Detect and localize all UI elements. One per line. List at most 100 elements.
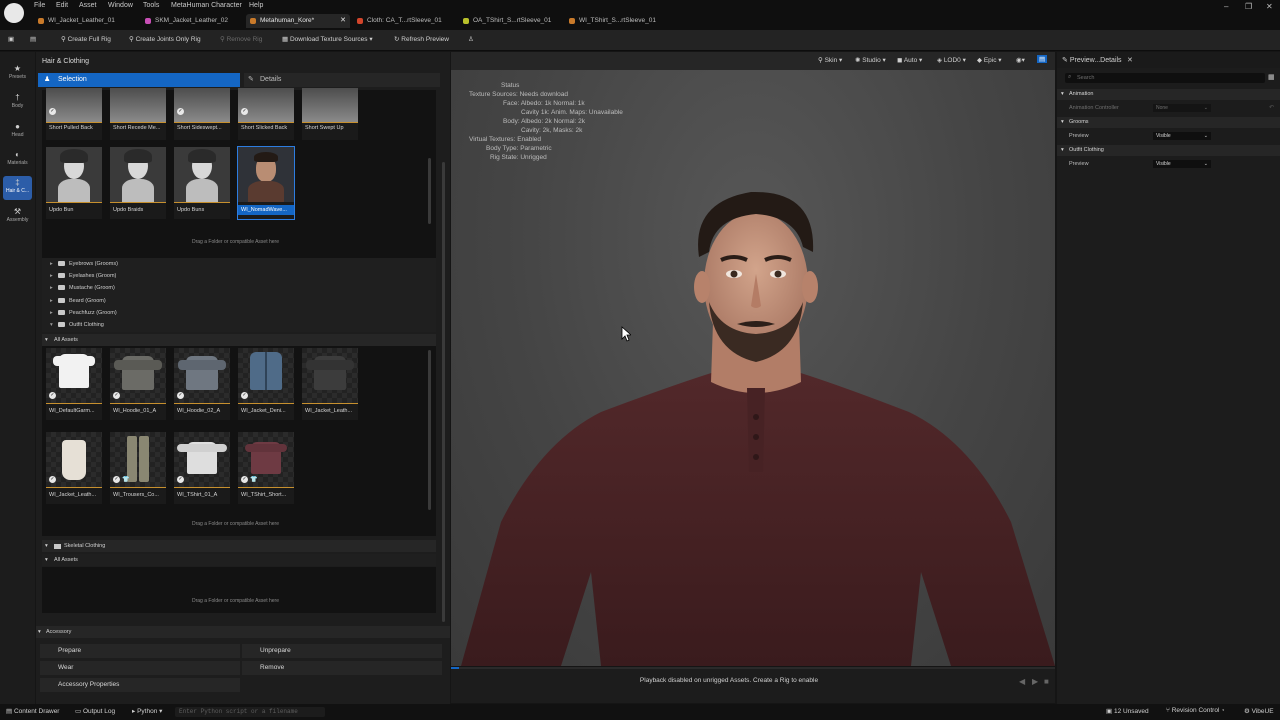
accessory-properties-button[interactable]: Accessory Properties bbox=[40, 678, 240, 692]
tile-updo-braids[interactable]: Updo Braids bbox=[110, 147, 166, 219]
content-drawer-button[interactable]: ▤ Content Drawer bbox=[6, 707, 59, 715]
close-tab-icon[interactable]: ✕ bbox=[1127, 56, 1133, 64]
outfit-all-assets-header[interactable]: ▾ All Assets bbox=[42, 334, 436, 346]
revision-control-dropdown[interactable]: ⑂ Revision Control ▾ bbox=[1166, 707, 1225, 714]
rail-hair-clothing[interactable]: ‡ Hair & C... bbox=[3, 176, 32, 200]
tree-peachfuzz[interactable]: ▸ Peachfuzz (Groom) bbox=[50, 310, 117, 316]
tree-eyebrows[interactable]: ▸ Eyebrows (Grooms) bbox=[50, 261, 118, 267]
tile-wi-tshirt-01[interactable]: ✓ WI_TShirt_01_A bbox=[174, 432, 230, 504]
unreal-logo-icon[interactable] bbox=[4, 3, 24, 23]
tile-short-slicked-back[interactable]: ✓ Short Slicked Back bbox=[238, 88, 294, 140]
output-log-button[interactable]: ▭ Output Log bbox=[75, 707, 115, 715]
play-back-icon[interactable]: ◀ bbox=[1019, 677, 1025, 686]
grooms-preview-dropdown[interactable]: Visible ⌄ bbox=[1153, 132, 1211, 140]
user-icon[interactable]: ♙ bbox=[468, 35, 474, 43]
grooms-section[interactable]: ▾ Grooms bbox=[1057, 117, 1280, 128]
outfit-preview-dropdown[interactable]: Visible ⌄ bbox=[1153, 160, 1211, 168]
outfit-clothing-section[interactable]: ▾ Outfit Clothing bbox=[1057, 145, 1280, 156]
prepare-button[interactable]: Prepare bbox=[40, 644, 240, 658]
browse-icon[interactable]: ▤ bbox=[30, 35, 36, 43]
menu-asset[interactable]: Asset bbox=[79, 2, 97, 9]
scrollbar[interactable] bbox=[428, 350, 431, 510]
unsaved-button[interactable]: ▣ 12 Unsaved bbox=[1106, 707, 1149, 715]
maximize-icon[interactable]: ❐ bbox=[1245, 2, 1252, 11]
python-dropdown[interactable]: ▸ Python ▾ bbox=[132, 707, 162, 715]
menu-file[interactable]: File bbox=[34, 2, 45, 9]
rail-assembly[interactable]: ⚒ Assembly bbox=[3, 205, 32, 229]
vibeue-button[interactable]: ⚙ VibeUE bbox=[1244, 707, 1274, 715]
skeletal-all-assets-header[interactable]: ▾ All Assets bbox=[42, 554, 436, 566]
tile-wi-tshirt-short[interactable]: ✓ 👕 WI_TShirt_Short... bbox=[238, 432, 294, 504]
stop-icon[interactable]: ■ bbox=[1044, 677, 1049, 686]
tree-beard[interactable]: ▸ Beard (Groom) bbox=[50, 298, 106, 304]
studio-dropdown[interactable]: ✺ Studio ▾ bbox=[855, 56, 886, 64]
remove-button[interactable]: Remove bbox=[242, 661, 442, 675]
viewport[interactable]: ⚲ Skin ▾ ✺ Studio ▾ ◼ Auto ▾ ◈ LOD0 ▾ ◆ … bbox=[451, 52, 1055, 666]
tab-details[interactable]: ✎ Details bbox=[244, 73, 440, 87]
animation-controller-dropdown[interactable]: None ⌄ bbox=[1153, 104, 1211, 112]
menu-help[interactable]: Help bbox=[249, 2, 263, 9]
tile-short-sideswept[interactable]: ✓ Short Sideswept... bbox=[174, 88, 230, 140]
rail-materials[interactable]: ◐ Materials bbox=[3, 148, 32, 172]
create-joints-only-rig-button[interactable]: ⚲ Create Joints Only Rig bbox=[129, 35, 201, 43]
rail-body[interactable]: † Body bbox=[3, 91, 32, 115]
play-icon[interactable]: ▶ bbox=[1032, 677, 1038, 686]
tile-short-recede[interactable]: Short Recede Me... bbox=[110, 88, 166, 140]
grid-settings-icon[interactable]: ▦ bbox=[1268, 73, 1275, 81]
tile-updo-buns[interactable]: Updo Buns bbox=[174, 147, 230, 219]
auto-dropdown[interactable]: ◼ Auto ▾ bbox=[897, 56, 922, 64]
close-window-icon[interactable]: ✕ bbox=[1266, 2, 1273, 11]
tile-wi-jacket-denim[interactable]: ✓ WI_Jacket_Deni... bbox=[238, 348, 294, 420]
download-texture-sources-button[interactable]: ▦ Download Texture Sources ▾ bbox=[282, 35, 373, 43]
tile-wi-jacket-leather-b[interactable]: ✓ WI_Jacket_Leath... bbox=[46, 432, 102, 504]
tile-wi-jacket-leather-a[interactable]: WI_Jacket_Leath... bbox=[302, 348, 358, 420]
doc-tab-metahuman-kore[interactable]: Metahuman_Kore* ✕ bbox=[246, 14, 350, 28]
tile-wi-hoodie-01[interactable]: ✓ WI_Hoodie_01_A bbox=[110, 348, 166, 420]
skeletal-clothing-header[interactable]: ▾ Skeletal Clothing bbox=[42, 540, 436, 552]
tile-short-pulled-back[interactable]: ✓ Short Pulled Back bbox=[46, 88, 102, 140]
save-icon[interactable]: ▣ bbox=[8, 35, 14, 43]
create-full-rig-button[interactable]: ⚲ Create Full Rig bbox=[61, 35, 111, 43]
tile-updo-bun[interactable]: Updo Bun bbox=[46, 147, 102, 219]
doc-tab-oa-tshirt[interactable]: OA_TShirt_S...rtSleeve_01 bbox=[459, 14, 559, 28]
accessory-header[interactable]: ▾ Accessory bbox=[36, 626, 450, 638]
tile-wi-trousers[interactable]: ✓ 👕 WI_Trousers_Co... bbox=[110, 432, 166, 504]
tree-outfit-clothing[interactable]: ▾ Outfit Clothing bbox=[50, 322, 104, 328]
reset-icon[interactable]: ↶ bbox=[1269, 104, 1274, 111]
doc-tab-wi-jacket-leather[interactable]: WI_Jacket_Leather_01 bbox=[34, 14, 134, 28]
eye-icon[interactable]: ◉▾ bbox=[1016, 56, 1025, 64]
minimize-icon[interactable]: – bbox=[1224, 2, 1228, 11]
close-tab-icon[interactable]: ✕ bbox=[340, 14, 346, 28]
tree-eyelashes[interactable]: ▸ Eyelashes (Groom) bbox=[50, 273, 116, 279]
remove-rig-button[interactable]: ⚲ Remove Rig bbox=[220, 35, 262, 43]
animation-section[interactable]: ▾ Animation bbox=[1057, 89, 1280, 100]
lod-dropdown[interactable]: ◈ LOD0 ▾ bbox=[937, 56, 966, 64]
menu-tools[interactable]: Tools bbox=[143, 2, 159, 9]
skin-dropdown[interactable]: ⚲ Skin ▾ bbox=[818, 56, 842, 64]
menu-edit[interactable]: Edit bbox=[56, 2, 68, 9]
tile-wi-defaultgarm[interactable]: ✓ WI_DefaultGarm... bbox=[46, 348, 102, 420]
wear-button[interactable]: Wear bbox=[40, 661, 240, 675]
details-search-input[interactable]: ⌕ Search bbox=[1065, 73, 1265, 83]
console-input[interactable]: Enter Python script or a filename bbox=[175, 707, 325, 717]
menu-window[interactable]: Window bbox=[108, 2, 133, 9]
view-mode-icon[interactable]: ▤ bbox=[1037, 55, 1048, 63]
unprepare-button[interactable]: Unprepare bbox=[242, 644, 442, 658]
panel-scrollbar[interactable] bbox=[442, 162, 445, 622]
doc-tab-skm-jacket-leather[interactable]: SKM_Jacket_Leather_02 bbox=[141, 14, 241, 28]
tile-wi-nomadwave[interactable]: WI_NomadWave... bbox=[237, 146, 295, 220]
refresh-preview-button[interactable]: ↻ Refresh Preview bbox=[394, 35, 449, 43]
tile-wi-hoodie-02[interactable]: ✓ WI_Hoodie_02_A bbox=[174, 348, 230, 420]
quality-dropdown[interactable]: ◆ Epic ▾ bbox=[977, 56, 1002, 64]
tile-short-swept-up[interactable]: Short Swept Up bbox=[302, 88, 358, 140]
rail-presets[interactable]: ★ Presets bbox=[3, 62, 32, 86]
tree-mustache[interactable]: ▸ Mustache (Groom) bbox=[50, 285, 115, 291]
status-value: Unrigged bbox=[520, 154, 547, 161]
rail-head[interactable]: ● Head bbox=[3, 120, 32, 144]
scrollbar[interactable] bbox=[428, 158, 431, 224]
doc-tab-wi-tshirt[interactable]: WI_TShirt_S...rtSleeve_01 bbox=[565, 14, 665, 28]
details-tab[interactable]: ✎ Preview...Details bbox=[1062, 56, 1122, 64]
tab-selection[interactable]: ♟ Selection bbox=[38, 73, 240, 87]
doc-tab-cloth[interactable]: Cloth: CA_T...rtSleeve_01 bbox=[353, 14, 453, 28]
menu-metahuman-character[interactable]: MetaHuman Character bbox=[171, 2, 242, 9]
